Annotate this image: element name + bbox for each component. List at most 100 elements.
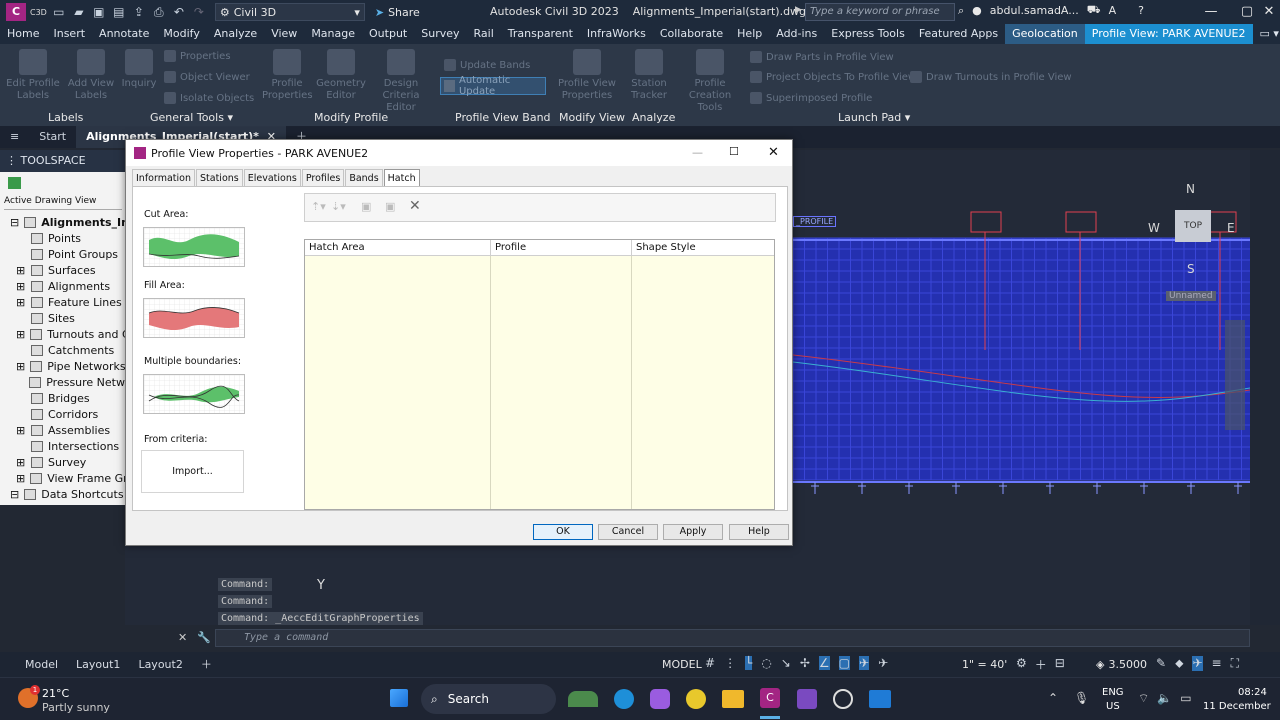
annotation-scale[interactable]: 1" = 40': [962, 658, 1007, 671]
multiple-boundaries-thumbnail[interactable]: [143, 374, 245, 414]
system-tray[interactable]: ⌔ 🔈 ▭: [1138, 691, 1192, 706]
expand-icon[interactable]: ⊞: [16, 360, 25, 373]
move-down-icon[interactable]: ⇣▾: [331, 200, 346, 213]
panel-general-tools[interactable]: General Tools ▾: [150, 111, 233, 124]
ortho-icon[interactable]: └: [745, 656, 753, 670]
tree-item[interactable]: Points: [10, 230, 125, 246]
update-bands-button[interactable]: Update Bands: [444, 59, 530, 71]
expand-icon[interactable]: [16, 312, 26, 325]
tab-annotate[interactable]: Annotate: [92, 24, 156, 44]
isolate-objects-button[interactable]: Isolate Objects: [164, 92, 254, 104]
cancel-button[interactable]: Cancel: [598, 524, 658, 540]
ok-button[interactable]: OK: [533, 524, 593, 540]
tree-item[interactable]: ⊞ Turnouts and C: [10, 326, 125, 342]
column-hatch-area[interactable]: Hatch Area: [305, 240, 491, 255]
help-button[interactable]: Help: [729, 524, 789, 540]
tab-output[interactable]: Output: [362, 24, 414, 44]
column-profile[interactable]: Profile: [491, 240, 632, 255]
undo-icon[interactable]: ↶: [171, 4, 187, 20]
properties-button[interactable]: Properties: [164, 50, 231, 62]
tab-bands[interactable]: Bands: [345, 169, 383, 187]
tab-profiles[interactable]: Profiles: [301, 169, 345, 187]
tab-elevations[interactable]: Elevations: [243, 169, 301, 187]
expand-icon[interactable]: ⊞: [16, 280, 26, 293]
maximize-button[interactable]: ☐: [729, 145, 739, 158]
close-icon[interactable]: ✕: [178, 631, 187, 644]
profile-properties-button[interactable]: Profile Properties: [262, 49, 313, 102]
column-shape-style[interactable]: Shape Style: [632, 240, 774, 255]
cart-icon[interactable]: ⛟: [1087, 3, 1101, 18]
profile-view-properties-button[interactable]: Profile View Properties: [556, 49, 618, 102]
close-button[interactable]: ✕: [1246, 0, 1280, 24]
import-button[interactable]: Import...: [141, 450, 244, 493]
expand-icon[interactable]: [16, 376, 24, 389]
panel-launch-pad[interactable]: Launch Pad ▾: [838, 111, 910, 124]
project-objects-button[interactable]: Project Objects To Profile View: [750, 71, 916, 83]
units-icon[interactable]: ⊟: [1055, 656, 1065, 673]
chevron-up-icon[interactable]: ⌃: [1048, 691, 1058, 705]
taskbar-search[interactable]: ⌕ Search: [421, 684, 556, 714]
tree-item[interactable]: ⊞ Feature Lines: [10, 294, 125, 310]
add-layout-button[interactable]: ＋: [192, 652, 221, 677]
expand-icon[interactable]: ⊞: [16, 296, 26, 309]
draw-turnouts-button[interactable]: Draw Turnouts in Profile View: [910, 71, 1072, 83]
grid-icon[interactable]: #: [705, 656, 715, 670]
view-selector[interactable]: Active Drawing View: [4, 196, 122, 210]
expand-icon[interactable]: [16, 408, 26, 421]
polar-icon[interactable]: ◌: [761, 656, 771, 670]
file-explorer-icon[interactable]: [722, 690, 744, 708]
panel-modify-view[interactable]: Modify View: [559, 111, 625, 124]
tree-item[interactable]: ⊞ Surfaces: [10, 262, 125, 278]
toolspace-tab-icon[interactable]: [8, 177, 21, 189]
tree-root[interactable]: ⊟Alignments_Imperi: [10, 214, 125, 230]
hamburger-icon[interactable]: ≡: [0, 126, 29, 148]
tab-survey[interactable]: Survey: [414, 24, 466, 44]
tab-insert[interactable]: Insert: [46, 24, 92, 44]
panel-modify-profile[interactable]: Modify Profile: [314, 111, 388, 124]
expand-icon[interactable]: [16, 344, 26, 357]
expand-icon[interactable]: [16, 392, 26, 405]
redo-icon[interactable]: ↷: [191, 4, 207, 20]
customize-icon[interactable]: ≡: [1212, 656, 1222, 671]
autodesk-a-icon[interactable]: A: [1109, 4, 1117, 17]
print-icon[interactable]: ⎙: [151, 4, 167, 20]
tree-item[interactable]: Intersections: [10, 438, 125, 454]
windows-start-icon[interactable]: [390, 689, 408, 707]
tab-modify[interactable]: Modify: [156, 24, 206, 44]
media-player-icon[interactable]: [833, 689, 853, 709]
chrome-icon[interactable]: [686, 689, 706, 709]
tree-item[interactable]: ⊞ View Frame Gr: [10, 470, 125, 486]
expand-icon[interactable]: ⊞: [16, 472, 25, 485]
tab-profile-view[interactable]: Profile View: PARK AVENUE2: [1084, 24, 1253, 44]
panel-labels[interactable]: Labels: [48, 111, 83, 124]
expand-icon[interactable]: ⊞: [16, 424, 26, 437]
clock-time[interactable]: 08:24: [1238, 687, 1267, 698]
expand-icon[interactable]: ⊞: [16, 328, 25, 341]
move-up-icon[interactable]: ⇡▾: [311, 200, 326, 213]
tab-collaborate[interactable]: Collaborate: [653, 24, 730, 44]
autoscale-icon[interactable]: ✈: [878, 656, 888, 670]
tag-icon[interactable]: ⬥: [1175, 656, 1183, 671]
edge-icon[interactable]: [614, 689, 634, 709]
plus-icon[interactable]: ＋: [1035, 656, 1047, 673]
tab-information[interactable]: Information: [132, 169, 195, 187]
tab-rail[interactable]: Rail: [467, 24, 501, 44]
tree-item[interactable]: Bridges: [10, 390, 125, 406]
tree-item[interactable]: ⊞ Pipe Networks: [10, 358, 125, 374]
panel-analyze[interactable]: Analyze: [632, 111, 675, 124]
tab-infraworks[interactable]: InfraWorks: [580, 24, 653, 44]
model-space-toggle[interactable]: MODEL: [662, 658, 702, 671]
tree-item[interactable]: ⊞ Assemblies: [10, 422, 125, 438]
command-input[interactable]: Type a command: [215, 629, 1250, 647]
annotation-visibility-icon[interactable]: ✈: [859, 656, 870, 670]
expand-icon[interactable]: [16, 440, 26, 453]
delete-icon[interactable]: ✕: [409, 198, 421, 214]
save-icon[interactable]: ▣: [91, 4, 107, 20]
automatic-update-toggle[interactable]: Automatic Update: [440, 75, 546, 97]
osnap-icon[interactable]: ✢: [800, 656, 810, 670]
add-hatch-icon[interactable]: ▣: [361, 200, 371, 213]
fullscreen-icon[interactable]: ⛶: [1231, 656, 1239, 671]
tree-item[interactable]: Sites: [10, 310, 125, 326]
tab-view[interactable]: View: [264, 24, 304, 44]
object-viewer-button[interactable]: Object Viewer: [164, 71, 250, 83]
